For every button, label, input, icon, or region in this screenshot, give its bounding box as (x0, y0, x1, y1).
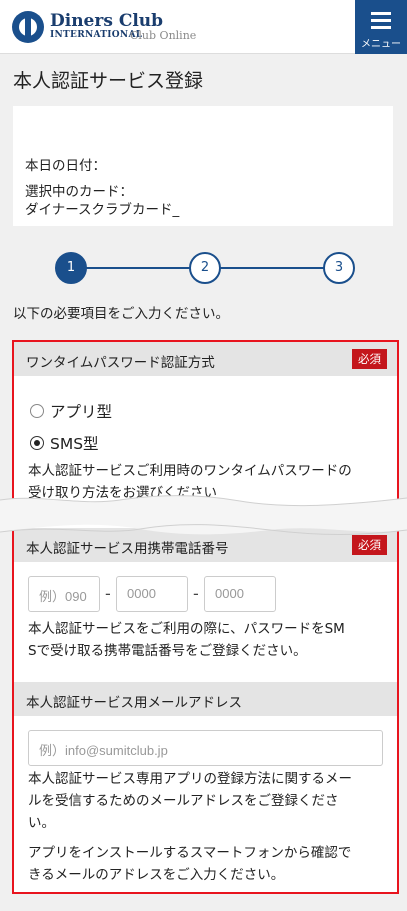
phone-separator: - (193, 584, 199, 603)
phone-section-title: 本人認証サービス用携帯電話番号 (26, 541, 229, 557)
radio-sms-label: SMS型 (50, 435, 99, 453)
menu-button[interactable]: メニュー (355, 0, 407, 54)
radio-app-label: アプリ型 (50, 403, 113, 421)
email-desc-line4: アプリをインストールするスマートフォンから確認で (28, 845, 352, 861)
brand-name: Diners Club (50, 11, 164, 31)
card-name: ダイナースクラブカード_ (25, 202, 180, 218)
phone-part3-input[interactable]: 0000 (204, 576, 276, 612)
radio-checked-icon (30, 436, 44, 450)
radio-app[interactable]: アプリ型 (30, 400, 112, 422)
email-section-header: 本人認証サービス用メールアドレス (14, 682, 397, 716)
email-desc-line3: い。 (28, 815, 55, 831)
brand-service-name: Club Online (130, 29, 197, 42)
step-indicator: 1 2 3 (55, 252, 355, 284)
email-desc-line5: きるメールのアドレスをご入力ください。 (28, 867, 285, 883)
email-section-title: 本人認証サービス用メールアドレス (26, 695, 242, 711)
card-label: 選択中のカード： (25, 184, 133, 200)
email-desc-line1: 本人認証サービス専用アプリの登録方法に関するメー (28, 771, 352, 787)
menu-label: メニュー (361, 39, 401, 50)
info-box: 本日の日付： 選択中のカード： ダイナースクラブカード_ (13, 106, 393, 226)
otp-desc-line1: 本人認証サービスご利用時のワンタイムパスワードの (28, 463, 352, 479)
otp-section-header: ワンタイムパスワード認証方式 必須 (14, 342, 397, 376)
site-header: Diners Club INTERNATIONAL Club Online メニ… (0, 0, 407, 54)
phone-part2-input[interactable]: 0000 (116, 576, 188, 612)
phone-description: 本人認証サービスをご利用の際に、パスワードをSM Sで受け取る携帯電話番号をご登… (28, 618, 345, 662)
email-description: 本人認証サービス専用アプリの登録方法に関するメー ルを受信するためのメールアドレ… (28, 768, 352, 886)
phone-part1-input[interactable]: 例）090 (28, 576, 100, 612)
phone-desc-line1: 本人認証サービスをご利用の際に、パスワードをSM (28, 621, 345, 637)
otp-section-title: ワンタイムパスワード認証方式 (26, 355, 215, 371)
form-panel: ワンタイムパスワード認証方式 必須 アプリ型 SMS型 本人認証サービスご利用時… (12, 340, 399, 894)
brand-subtitle: INTERNATIONAL (50, 30, 143, 40)
page-title: 本人認証サービス登録 (13, 70, 204, 92)
radio-sms[interactable]: SMS型 (30, 432, 99, 454)
date-label: 本日の日付： (25, 158, 106, 174)
phone-desc-line2: Sで受け取る携帯電話番号をご登録ください。 (28, 643, 307, 659)
step-1: 1 (55, 252, 87, 284)
required-badge: 必須 (352, 349, 387, 369)
step-3: 3 (323, 252, 355, 284)
instruction-text: 以下の必要項目をご入力ください。 (13, 306, 229, 322)
phone-separator: - (105, 584, 111, 603)
email-desc-line2: ルを受信するためのメールアドレスをご登録くださ (28, 793, 339, 809)
step-2: 2 (189, 252, 221, 284)
diners-club-logo-icon[interactable] (12, 11, 44, 43)
required-badge: 必須 (352, 535, 387, 555)
radio-unchecked-icon (30, 404, 44, 418)
torn-edge-divider (0, 495, 407, 535)
email-input[interactable]: 例）info@sumitclub.jp (28, 730, 383, 766)
hamburger-icon (371, 12, 391, 29)
